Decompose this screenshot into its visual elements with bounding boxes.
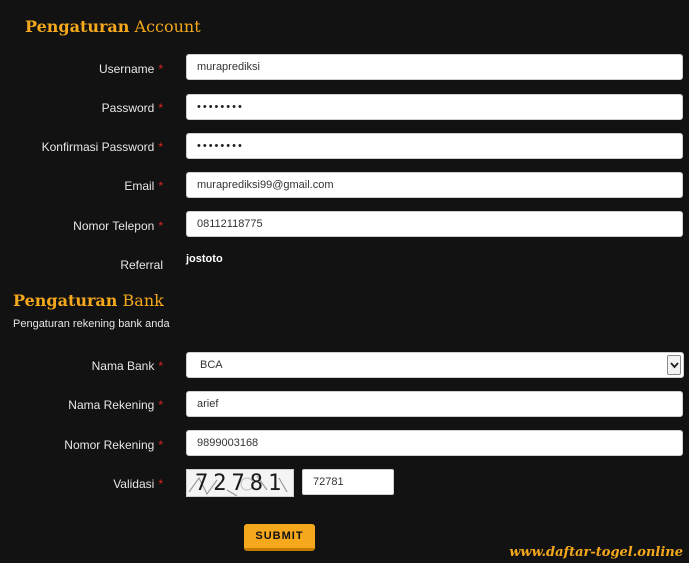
confirm-password-label: Konfirmasi Password * xyxy=(41,140,163,154)
phone-label: Nomor Telepon * xyxy=(73,219,163,233)
email-input[interactable]: muraprediksi99@gmail.com xyxy=(186,172,683,198)
phone-input[interactable]: 08112118775 xyxy=(186,211,683,237)
chevron-down-icon[interactable] xyxy=(667,355,681,375)
referral-value: jostoto xyxy=(186,253,223,265)
confirm-password-input[interactable]: •••••••• xyxy=(186,133,683,159)
referral-label: Referral xyxy=(120,258,163,272)
account-number-input[interactable]: 9899003168 xyxy=(186,430,683,456)
captcha-text: 72781 xyxy=(195,471,287,496)
bank-section-description: Pengaturan rekening bank anda xyxy=(13,318,170,330)
bank-name-label: Nama Bank * xyxy=(91,359,163,373)
account-name-label: Nama Rekening * xyxy=(68,398,163,412)
password-input[interactable]: •••••••• xyxy=(186,94,683,120)
username-label: Username * xyxy=(98,62,163,76)
captcha-image: 72781 xyxy=(186,469,294,497)
password-label: Password * xyxy=(101,101,163,115)
bank-name-select[interactable]: BCA xyxy=(186,352,684,378)
captcha-input[interactable]: 72781 xyxy=(302,469,394,495)
bank-section-title: Pengaturan Bank xyxy=(13,291,164,310)
watermark: www.daftar-togel.online xyxy=(509,545,683,560)
email-label: Email * xyxy=(124,179,163,193)
username-input[interactable]: muraprediksi xyxy=(186,54,683,80)
submit-button[interactable]: SUBMIT xyxy=(244,524,315,551)
validation-label: Validasi * xyxy=(113,477,163,491)
account-name-input[interactable]: arief xyxy=(186,391,683,417)
account-section-title: Pengaturan Account xyxy=(25,17,201,36)
account-number-label: Nomor Rekening * xyxy=(64,438,163,452)
bank-name-selected: BCA xyxy=(200,359,223,371)
